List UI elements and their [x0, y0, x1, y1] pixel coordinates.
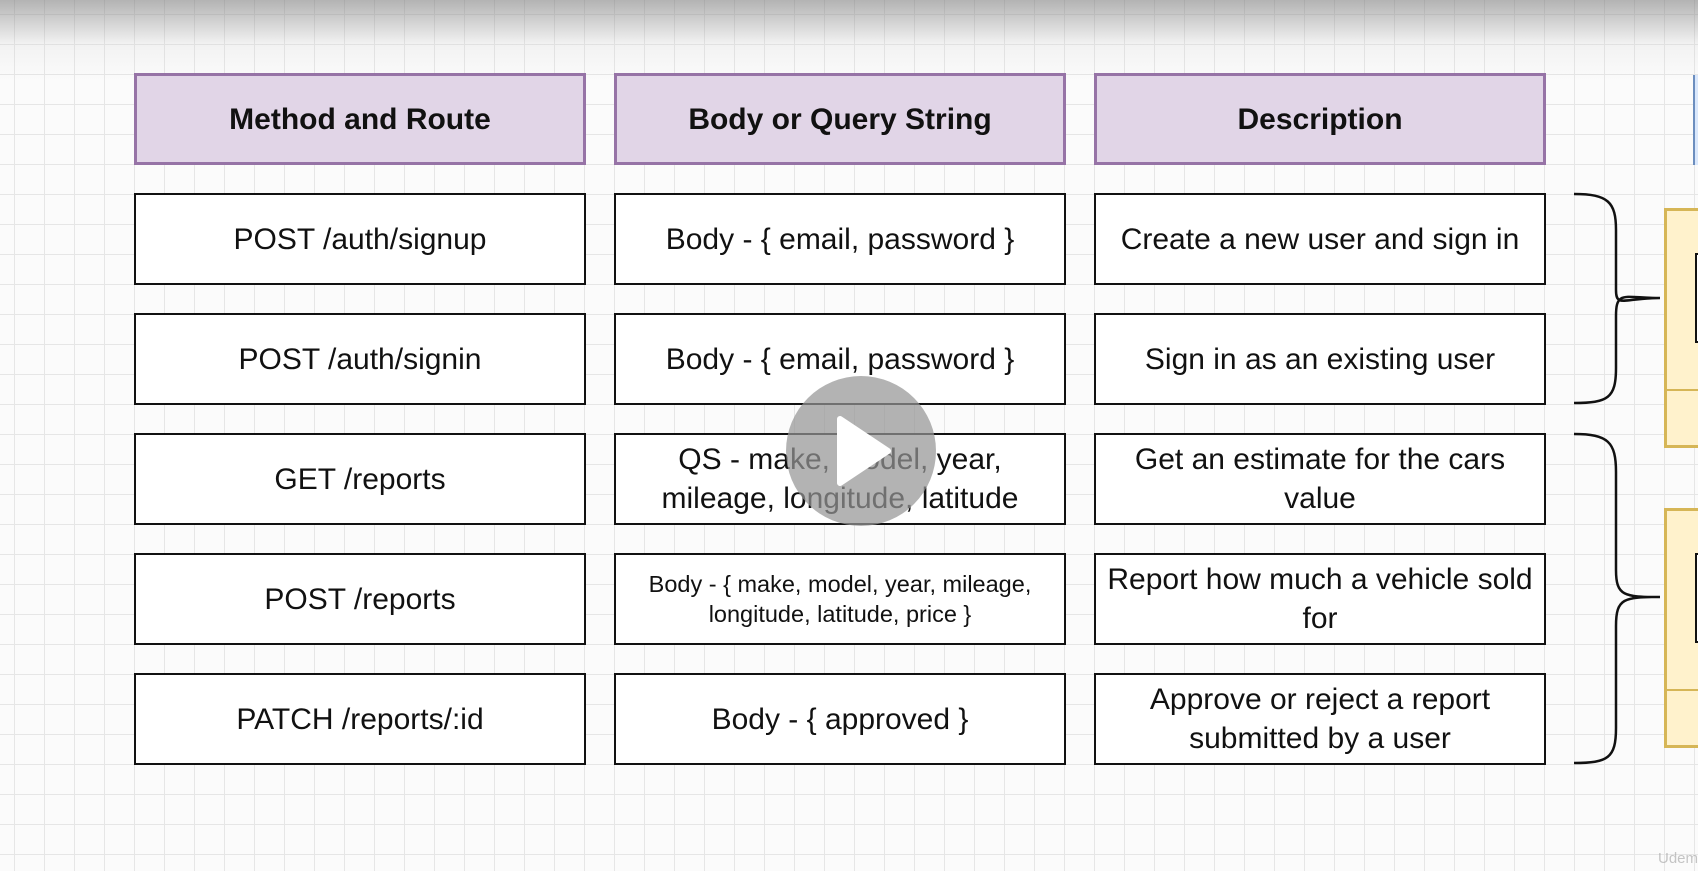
body-cell: Body - { email, password } [614, 193, 1066, 285]
route-cell: POST /reports [134, 553, 586, 645]
offscreen-header-stub [1693, 75, 1698, 165]
top-shadow [0, 0, 1698, 80]
header-body-or-query-string: Body or Query String [614, 73, 1066, 165]
panel-divider [1667, 389, 1698, 391]
auth-group-brace [1573, 192, 1661, 405]
route-cell: PATCH /reports/:id [134, 673, 586, 765]
description-cell: Report how much a vehicle sold for [1094, 553, 1546, 645]
header-description: Description [1094, 73, 1546, 165]
route-cell: POST /auth/signup [134, 193, 586, 285]
panel-divider [1667, 689, 1698, 691]
group-braces [1573, 192, 1661, 765]
reports-group-brace [1573, 432, 1661, 765]
description-cell: Create a new user and sign in [1094, 193, 1546, 285]
header-method-and-route: Method and Route [134, 73, 586, 165]
body-cell: Body - { make, model, year, mileage, lon… [614, 553, 1066, 645]
route-cell: POST /auth/signin [134, 313, 586, 405]
play-button[interactable] [786, 376, 936, 526]
route-cell: GET /reports [134, 433, 586, 525]
body-cell: Body - { approved } [614, 673, 1066, 765]
play-icon [837, 416, 891, 486]
description-cell: Sign in as an existing user [1094, 313, 1546, 405]
description-cell: Approve or reject a report submitted by … [1094, 673, 1546, 765]
description-cell: Get an estimate for the cars value [1094, 433, 1546, 525]
users-controller-panel [1664, 208, 1698, 448]
watermark: Udem [1657, 850, 1698, 867]
reports-controller-panel [1664, 508, 1698, 748]
